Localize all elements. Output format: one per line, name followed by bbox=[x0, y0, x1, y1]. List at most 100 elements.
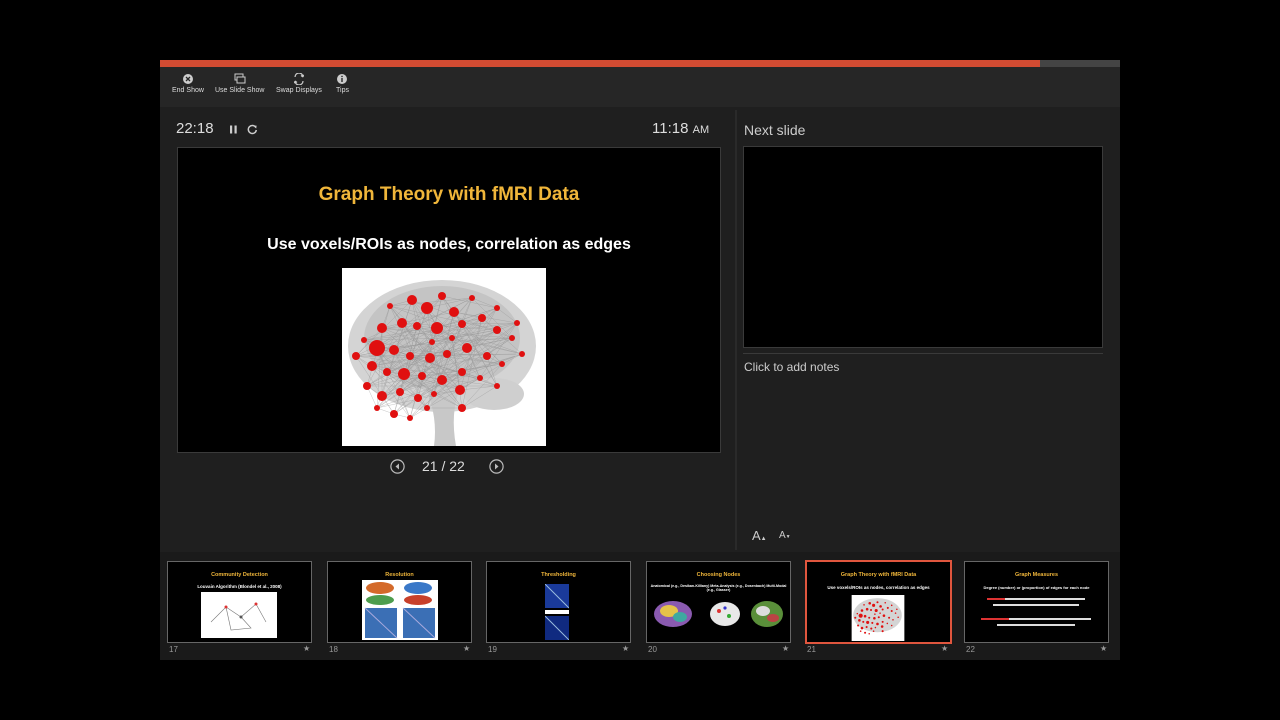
network-node bbox=[383, 368, 391, 376]
info-icon bbox=[337, 74, 348, 84]
presentation-progress-bar bbox=[160, 60, 1120, 67]
thumb-number: 22 bbox=[966, 645, 975, 654]
network-node bbox=[892, 619, 894, 621]
decrease-font-button[interactable]: A▼ bbox=[779, 530, 791, 541]
network-node bbox=[431, 391, 437, 397]
network-node bbox=[858, 613, 863, 618]
thumbnail-slide-19[interactable]: Thresholding bbox=[486, 561, 631, 643]
network-node bbox=[377, 391, 387, 401]
increase-font-button[interactable]: A▲ bbox=[752, 528, 767, 543]
network-node bbox=[854, 616, 857, 619]
network-node bbox=[856, 612, 859, 615]
thumb-title: Thresholding bbox=[541, 572, 576, 578]
presenter-view: End Show Use Slide Show Swap Displays Ti… bbox=[160, 60, 1120, 660]
network-node bbox=[859, 630, 862, 632]
pane-divider[interactable] bbox=[735, 110, 737, 550]
swap-displays-label: Swap Displays bbox=[276, 87, 322, 94]
network-node bbox=[369, 340, 385, 356]
network-node bbox=[884, 601, 887, 604]
network-node bbox=[874, 626, 877, 629]
network-node bbox=[363, 382, 371, 390]
notes-area[interactable]: Click to add notes bbox=[744, 360, 839, 374]
toolbar: End Show Use Slide Show Swap Displays Ti… bbox=[160, 67, 1120, 107]
network-node bbox=[877, 616, 880, 619]
current-slide[interactable]: Graph Theory with fMRI Data Use voxels/R… bbox=[177, 147, 721, 453]
network-node bbox=[882, 614, 886, 617]
network-node bbox=[881, 620, 884, 623]
network-node bbox=[361, 337, 367, 343]
use-slide-show-button[interactable]: Use Slide Show bbox=[215, 73, 264, 94]
resolution-matrices-image bbox=[362, 580, 438, 640]
end-show-label: End Show bbox=[172, 87, 204, 94]
brain-network-thumb-image bbox=[851, 595, 905, 641]
slide-title: Graph Theory with fMRI Data bbox=[318, 184, 580, 205]
network-node bbox=[438, 292, 446, 300]
community-graph-image bbox=[201, 592, 277, 638]
network-node bbox=[494, 383, 500, 389]
thumbnail-slide-18[interactable]: Resolution bbox=[327, 561, 472, 643]
network-node bbox=[458, 320, 466, 328]
thumb-text: Louvain Algorithm (Blondel et al., 2008) bbox=[197, 584, 282, 589]
clock-ampm: AM bbox=[692, 124, 710, 136]
thumb-number: 21 bbox=[807, 645, 816, 654]
thumb-title: Graph Measures bbox=[1014, 572, 1059, 578]
progress-fill bbox=[160, 60, 1041, 67]
network-node bbox=[421, 302, 433, 314]
thumbnail-slide-17[interactable]: Community Detection Louvain Algorithm (B… bbox=[167, 561, 312, 643]
network-node bbox=[864, 631, 867, 634]
previous-slide-icon[interactable] bbox=[390, 459, 405, 474]
tips-label: Tips bbox=[336, 87, 349, 94]
network-node bbox=[458, 404, 466, 412]
network-node bbox=[865, 607, 869, 611]
slide-counter: 21 / 22 bbox=[422, 458, 465, 474]
thumb-title: Graph Theory with fMRI Data bbox=[840, 572, 917, 578]
network-node bbox=[871, 621, 874, 624]
network-node bbox=[881, 608, 884, 611]
network-node bbox=[863, 614, 867, 618]
network-node bbox=[493, 326, 501, 334]
thumbnail-slide-20[interactable]: Choosing Nodes Anatomical (e.g., Desikan… bbox=[646, 561, 791, 643]
thumb-title: Choosing Nodes bbox=[696, 572, 741, 578]
network-node bbox=[879, 605, 882, 608]
network-node bbox=[449, 335, 455, 341]
next-slide-icon[interactable] bbox=[489, 459, 504, 474]
swap-displays-button[interactable]: Swap Displays bbox=[276, 73, 322, 94]
network-node bbox=[874, 608, 878, 613]
next-slide-preview[interactable] bbox=[743, 146, 1103, 348]
network-node bbox=[455, 385, 465, 395]
pause-icon[interactable] bbox=[228, 124, 239, 135]
network-node bbox=[407, 295, 417, 305]
network-node bbox=[424, 405, 430, 411]
network-node bbox=[897, 616, 899, 618]
star-icon: ★ bbox=[463, 644, 471, 653]
network-node bbox=[888, 616, 891, 619]
star-icon: ★ bbox=[941, 644, 949, 653]
thumb-text: Degree (number) or (proportion) of edges… bbox=[983, 585, 1090, 590]
reset-timer-icon[interactable] bbox=[247, 124, 258, 135]
clock-time: 11:18 bbox=[652, 120, 689, 137]
network-node bbox=[437, 375, 447, 385]
tips-button[interactable]: Tips bbox=[336, 73, 349, 94]
network-node bbox=[509, 335, 515, 341]
network-node bbox=[390, 410, 398, 418]
thumb-title: Resolution bbox=[385, 572, 414, 578]
decrease-font-label: A bbox=[779, 530, 786, 541]
network-node bbox=[425, 353, 435, 363]
network-node bbox=[874, 613, 876, 615]
elapsed-timer: 22:18 bbox=[176, 120, 214, 137]
parcellation-brains-image bbox=[654, 601, 783, 627]
graph-measures-text-image bbox=[981, 598, 1091, 626]
star-icon: ★ bbox=[303, 644, 311, 653]
network-node bbox=[868, 601, 872, 605]
network-node bbox=[367, 361, 377, 371]
network-node bbox=[872, 630, 875, 632]
notes-separator bbox=[743, 353, 1103, 354]
thumbnail-slide-21[interactable]: Graph Theory with fMRI Data Use voxels/R… bbox=[805, 560, 952, 644]
end-show-button[interactable]: End Show bbox=[172, 73, 204, 94]
network-node bbox=[865, 626, 868, 629]
thumbnail-slide-22[interactable]: Graph Measures Degree (number) or (propo… bbox=[964, 561, 1109, 643]
network-node bbox=[868, 632, 870, 635]
network-node bbox=[862, 620, 865, 623]
network-node bbox=[389, 345, 399, 355]
network-node bbox=[431, 322, 443, 334]
